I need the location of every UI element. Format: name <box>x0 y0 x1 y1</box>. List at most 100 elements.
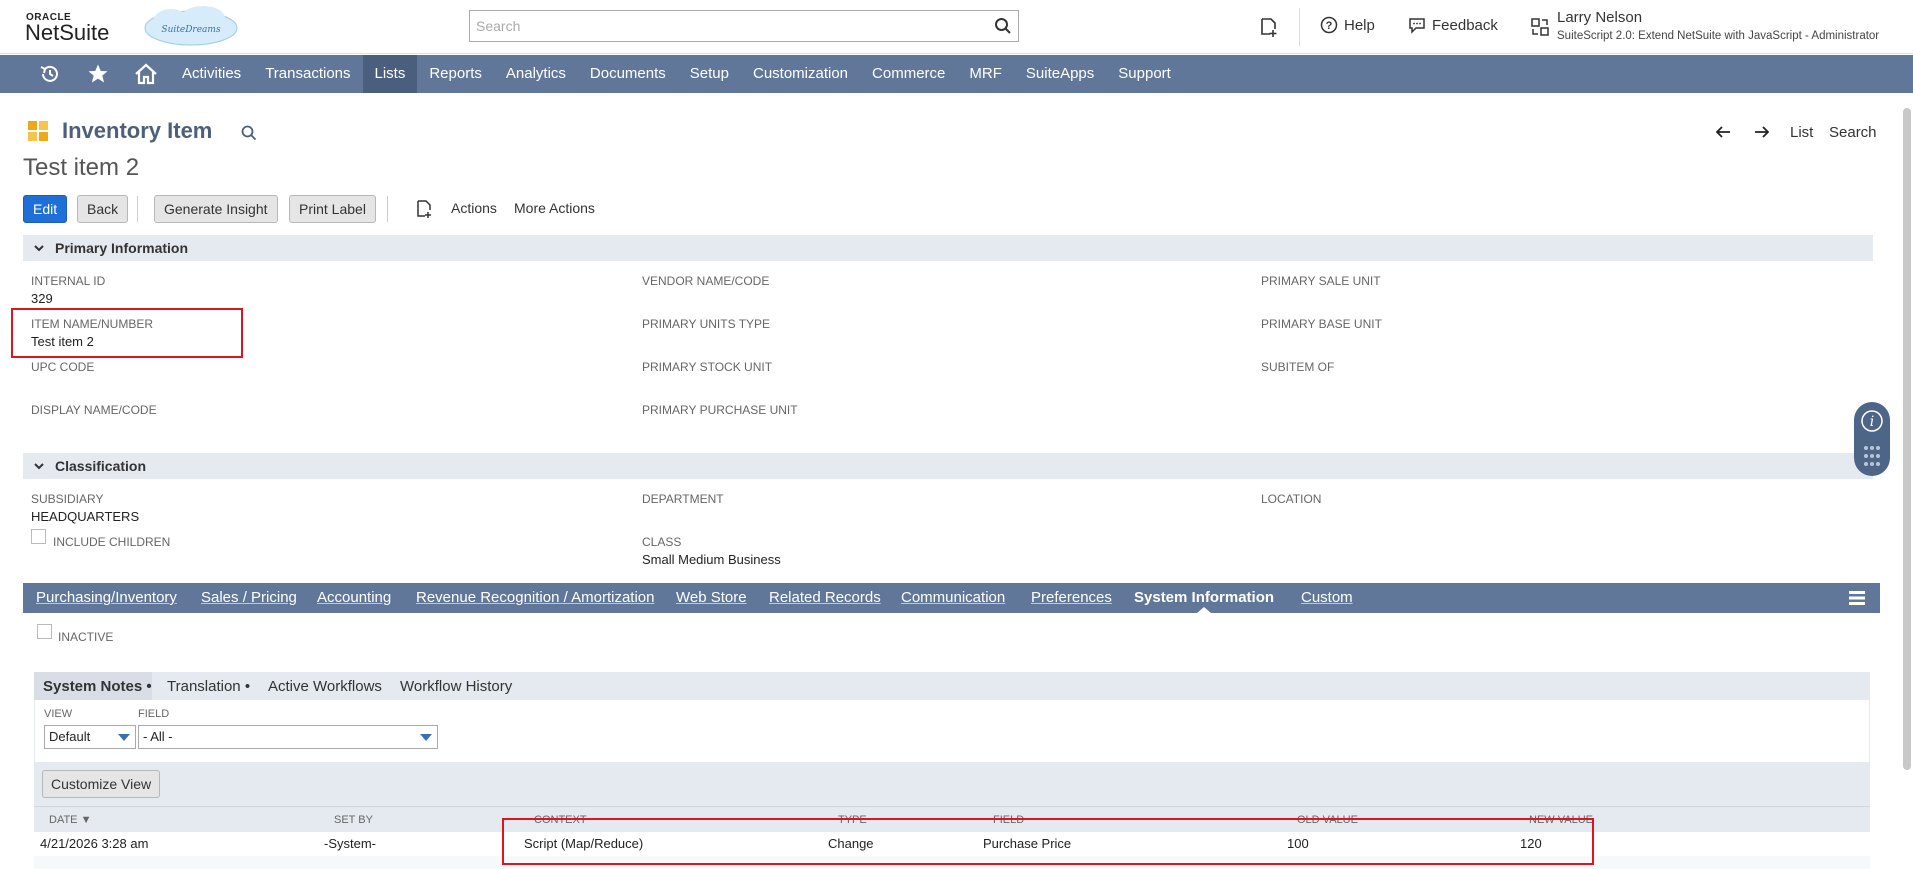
nav-lists[interactable]: Lists <box>362 55 418 93</box>
print-label-button[interactable]: Print Label <box>289 195 376 223</box>
primary-base-unit-label: PRIMARY BASE UNIT <box>1261 317 1382 331</box>
nav-analytics[interactable]: Analytics <box>494 55 578 93</box>
primary-stock-unit-label: PRIMARY STOCK UNIT <box>642 360 773 374</box>
field-select[interactable]: - All - <box>138 725 438 749</box>
inactive-checkbox[interactable] <box>37 624 52 639</box>
highlight-box <box>502 818 1594 865</box>
search-icon[interactable] <box>994 17 1012 35</box>
customize-view-bar: Customize View <box>34 762 1870 806</box>
svg-text:i: i <box>1870 414 1874 430</box>
chevron-down-icon <box>118 734 130 741</box>
subtab-communication[interactable]: Communication <box>901 589 1005 606</box>
top-header: ORACLE NetSuite SuiteDreams ? Help Feedb… <box>0 0 1913 54</box>
tab-active-workflows[interactable]: Active Workflows <box>268 678 382 695</box>
feedback-link[interactable]: Feedback <box>1408 16 1498 34</box>
vendor-name-label: VENDOR NAME/CODE <box>642 274 770 288</box>
tab-translation[interactable]: Translation • <box>167 678 250 695</box>
global-search[interactable] <box>469 10 1019 42</box>
subsidiary-label: SUBSIDIARY <box>31 492 104 506</box>
subtab-related-records[interactable]: Related Records <box>769 589 881 606</box>
subsidiary-value: HEADQUARTERS <box>31 509 140 524</box>
netsuite-logo-text[interactable]: NetSuite <box>25 20 109 46</box>
primary-units-type-label: PRIMARY UNITS TYPE <box>642 317 771 331</box>
class-value: Small Medium Business <box>642 552 781 567</box>
role-switch-icon[interactable] <box>1530 17 1550 37</box>
toolbar-divider <box>387 196 388 222</box>
chevron-down-icon <box>420 734 432 741</box>
nav-setup[interactable]: Setup <box>678 55 741 93</box>
subtab-web-store[interactable]: Web Store <box>676 589 747 606</box>
user-menu[interactable]: Larry Nelson SuiteScript 2.0: Extend Net… <box>1557 9 1879 42</box>
drag-handle-icon[interactable] <box>1862 444 1882 468</box>
edit-button[interactable]: Edit <box>23 195 68 223</box>
customize-view-button[interactable]: Customize View <box>42 770 161 798</box>
next-record-arrow-icon[interactable] <box>1753 124 1771 140</box>
view-select[interactable]: Default <box>44 725 136 749</box>
page-scrollbar[interactable] <box>1903 108 1911 770</box>
nav-activities[interactable]: Activities <box>170 55 253 93</box>
info-icon[interactable]: i <box>1860 409 1884 433</box>
tab-workflow-history[interactable]: Workflow History <box>400 678 512 695</box>
view-label: VIEW <box>44 708 73 720</box>
record-title: Test item 2 <box>23 154 140 181</box>
inventory-item-icon <box>28 121 48 141</box>
subtab-purchasing-inventory[interactable]: Purchasing/Inventory <box>36 589 177 606</box>
more-actions-menu[interactable]: More Actions <box>514 200 595 216</box>
svg-text:?: ? <box>1326 20 1333 32</box>
nav-support[interactable]: Support <box>1106 55 1183 93</box>
record-search-icon[interactable] <box>240 124 258 142</box>
cell-set-by: -System- <box>324 836 376 851</box>
help-link[interactable]: ? Help <box>1320 16 1375 34</box>
nav-documents[interactable]: Documents <box>578 55 678 93</box>
user-name: Larry Nelson <box>1557 9 1643 26</box>
active-subtab-pointer <box>1197 607 1211 613</box>
search-link[interactable]: Search <box>1829 124 1877 141</box>
nav-commerce[interactable]: Commerce <box>860 55 957 93</box>
nav-reports[interactable]: Reports <box>417 55 494 93</box>
nav-mrf[interactable]: MRF <box>957 55 1014 93</box>
tab-system-notes[interactable]: System Notes • <box>43 678 152 695</box>
location-label: LOCATION <box>1261 492 1322 506</box>
company-cloud-logo: SuiteDreams <box>144 6 238 46</box>
user-role: SuiteScript 2.0: Extend NetSuite with Ja… <box>1557 30 1880 42</box>
system-notes-filters: VIEW Default FIELD - All - <box>34 700 1870 762</box>
nav-transactions[interactable]: Transactions <box>253 55 362 93</box>
column-header-set-by[interactable]: SET BY <box>334 814 373 826</box>
nav-customization[interactable]: Customization <box>741 55 860 93</box>
favorites-star-icon[interactable] <box>86 62 110 86</box>
primary-sale-unit-label: PRIMARY SALE UNIT <box>1261 274 1381 288</box>
primary-information-section-header[interactable]: Primary Information <box>23 235 1873 261</box>
nav-suiteapps[interactable]: SuiteApps <box>1014 55 1106 93</box>
actions-menu[interactable]: Actions <box>451 200 497 216</box>
field-select-value: - All - <box>143 729 173 744</box>
subtab-preferences[interactable]: Preferences <box>1031 589 1112 606</box>
toolbar-divider <box>137 196 138 222</box>
side-help-widget[interactable]: i <box>1854 402 1890 476</box>
back-button[interactable]: Back <box>77 195 129 223</box>
subtab-revenue-recognition[interactable]: Revenue Recognition / Amortization <box>416 589 654 606</box>
field-label: FIELD <box>138 708 170 720</box>
subtab-custom[interactable]: Custom <box>1301 589 1353 606</box>
record-subtabs: Purchasing/Inventory Sales / Pricing Acc… <box>23 583 1880 613</box>
include-children-checkbox[interactable] <box>31 529 46 544</box>
previous-record-arrow-icon[interactable] <box>1714 124 1732 140</box>
main-nav: Activities Transactions Lists Reports An… <box>0 55 1913 93</box>
subtab-system-information[interactable]: System Information <box>1134 589 1274 606</box>
recent-records-icon[interactable] <box>1258 16 1280 38</box>
list-link[interactable]: List <box>1790 124 1813 141</box>
system-info-inner-tabs: System Notes • Translation • Active Work… <box>34 672 1870 700</box>
generate-insight-button[interactable]: Generate Insight <box>154 195 278 223</box>
attach-document-icon[interactable] <box>414 199 434 219</box>
classification-section-header[interactable]: Classification <box>23 453 1873 479</box>
record-type-title: Inventory Item <box>62 118 213 143</box>
subtab-menu-icon[interactable] <box>1848 589 1866 607</box>
subtab-accounting[interactable]: Accounting <box>317 589 391 606</box>
home-icon[interactable] <box>134 62 158 86</box>
recent-history-icon[interactable] <box>38 62 62 86</box>
subtab-sales-pricing[interactable]: Sales / Pricing <box>201 589 297 606</box>
search-input[interactable] <box>470 11 970 41</box>
header-divider <box>1299 8 1300 46</box>
column-header-date[interactable]: DATE ▼ <box>49 814 91 826</box>
display-name-label: DISPLAY NAME/CODE <box>31 403 157 417</box>
feedback-label: Feedback <box>1432 16 1498 34</box>
